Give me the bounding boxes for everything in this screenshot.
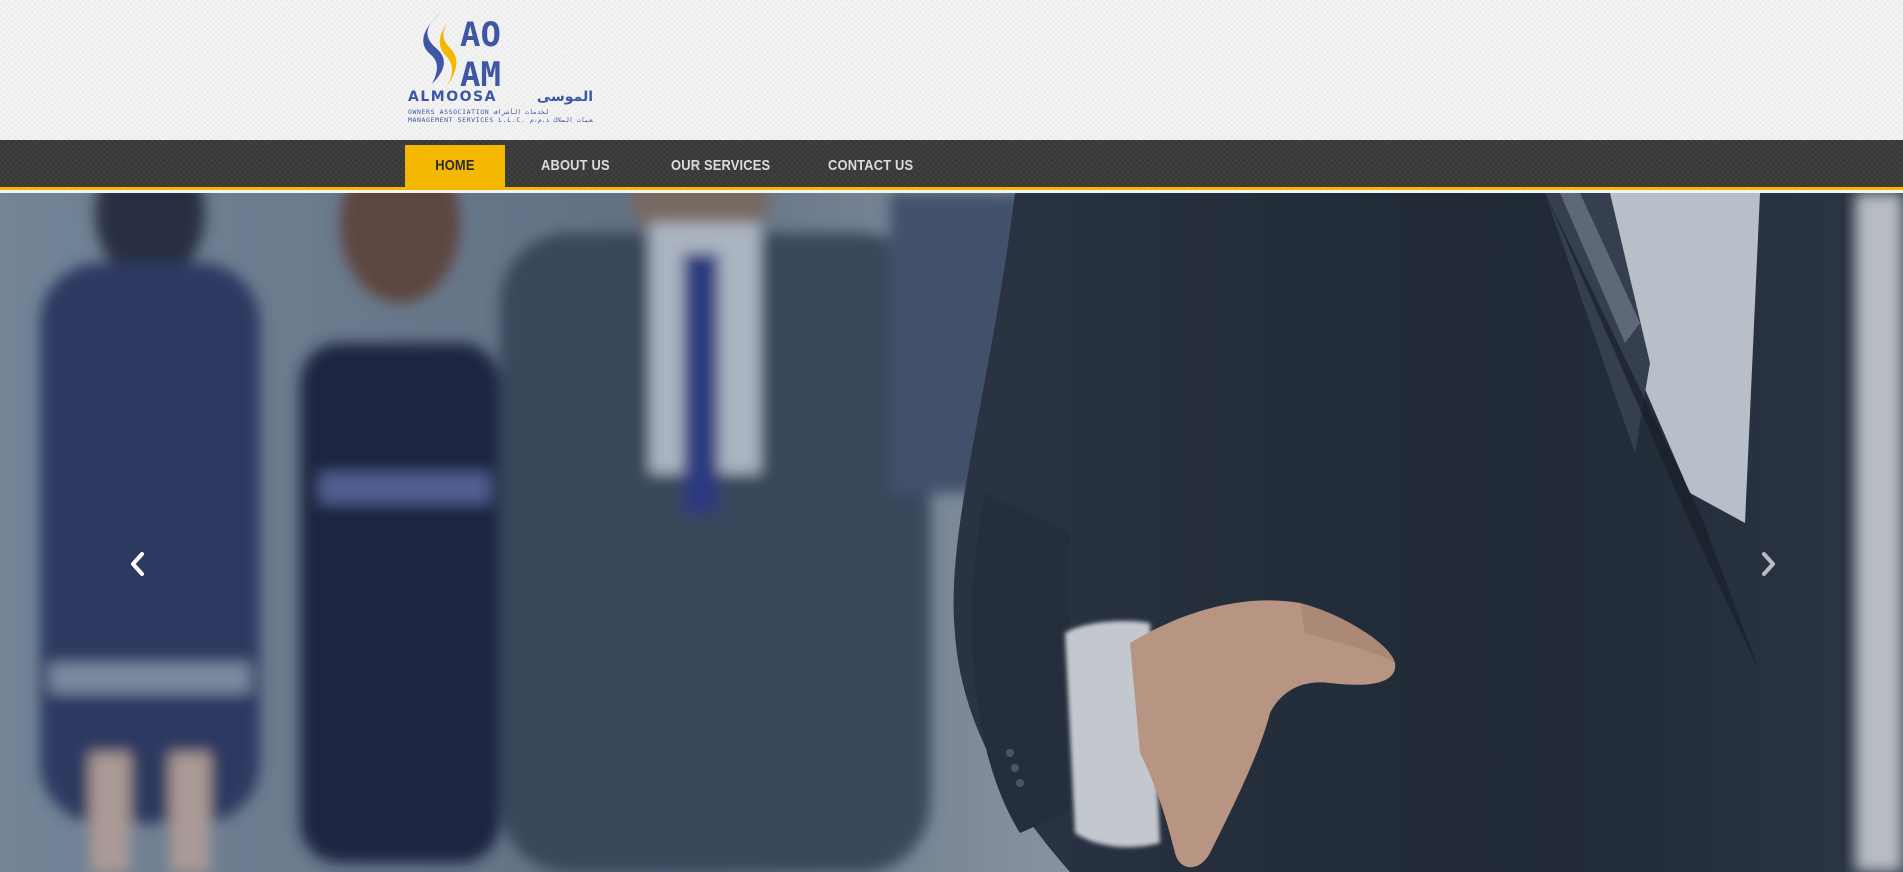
main-nav: HOME ABOUT US OUR SERVICES CONTACT US — [0, 140, 1903, 190]
slider-next-button[interactable] — [1760, 551, 1790, 581]
svg-text:AM: AM — [460, 55, 501, 90]
slider-prev-button[interactable] — [128, 551, 158, 581]
nav-item-our-services[interactable]: OUR SERVICES — [671, 145, 783, 187]
nav-item-home[interactable]: HOME — [405, 145, 505, 187]
nav-item-about-us[interactable]: ABOUT US — [541, 145, 636, 187]
svg-text:AO: AO — [460, 15, 501, 55]
brand-tagline-1: OWNERS ASSOCIATION لخدمات الأشراف — [408, 108, 549, 116]
brand-logo[interactable]: AO AM ALMOOSA الموسى OWNERS ASSOCIATION … — [408, 10, 593, 124]
logo-mark: AO AM — [423, 12, 501, 90]
chevron-left-icon — [131, 552, 144, 576]
nav-item-contact-us[interactable]: CONTACT US — [828, 145, 940, 187]
brand-arabic-name: الموسى — [536, 89, 593, 105]
nav-item-label: HOME — [435, 157, 475, 174]
chevron-right-icon — [1762, 552, 1775, 576]
brand-tagline-2: MANAGEMENT SERVICES L.L.C. الإداري لجمعي… — [408, 116, 593, 124]
hero-overlay — [0, 193, 1903, 872]
hero-slider — [0, 193, 1903, 872]
site-header: AO AM ALMOOSA الموسى OWNERS ASSOCIATION … — [0, 0, 1903, 140]
